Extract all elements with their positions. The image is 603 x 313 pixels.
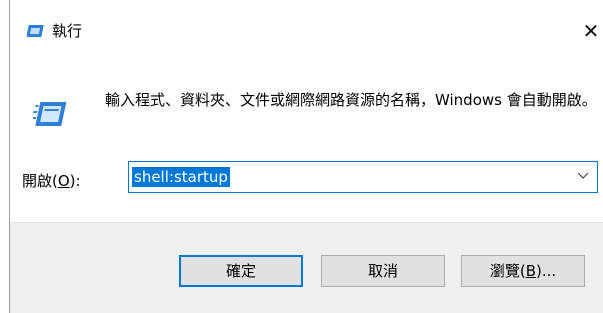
ok-button[interactable]: 確定: [179, 255, 303, 287]
cancel-button[interactable]: 取消: [321, 255, 445, 287]
chevron-down-icon[interactable]: [577, 172, 589, 180]
instruction-text: 輸入程式、資料夾、文件或網際網路資源的名稱，Windows 會自動開啟。: [105, 91, 597, 109]
run-program-icon: [33, 102, 67, 126]
close-icon: ✕: [582, 19, 600, 43]
browse-button[interactable]: 瀏覽(B)...: [461, 255, 585, 287]
open-combobox[interactable]: shell:startup: [128, 161, 598, 193]
dialog-body: 輸入程式、資料夾、文件或網際網路資源的名稱，Windows 會自動開啟。 開啟(…: [10, 52, 603, 222]
run-icon: [27, 25, 44, 37]
run-dialog: 執行 ✕ 輸入程式、資料夾、文件或網際網路資源的名稱，Windows 會自動開啟…: [9, 0, 603, 313]
close-button[interactable]: ✕: [579, 18, 603, 44]
open-label: 開啟(O):: [22, 172, 81, 190]
title-bar[interactable]: 執行 ✕: [10, 0, 603, 52]
open-input-value[interactable]: shell:startup: [132, 167, 230, 187]
button-bar: 確定 取消 瀏覽(B)...: [10, 222, 603, 313]
window-title: 執行: [52, 22, 83, 40]
